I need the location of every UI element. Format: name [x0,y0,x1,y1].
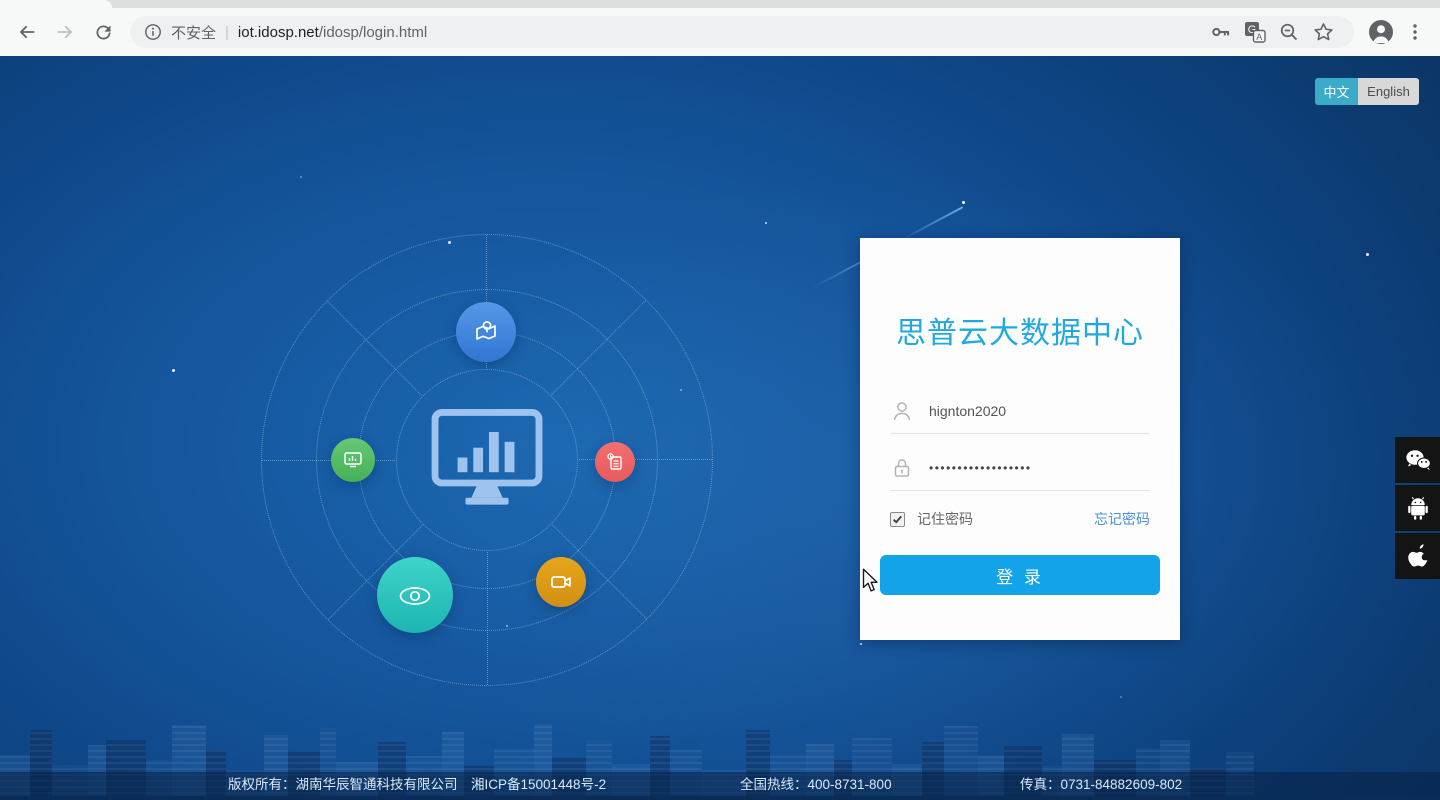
bookmark-star-icon[interactable] [1306,16,1340,48]
star-dot [172,369,175,372]
forward-button[interactable] [46,13,84,51]
svg-text:A: A [1256,32,1262,42]
back-button[interactable] [8,13,46,51]
login-card: 思普云大数据中心 hignton2020 •••••••••••••••••• [860,238,1180,640]
radar-spoke [487,552,488,685]
forgot-password-link[interactable]: 忘记密码 [1094,509,1150,529]
browser-toolbar: 不安全 | iot.idosp.net/idosp/login.html G A [0,8,1440,56]
star-dot [860,643,862,645]
login-page: 中文 English 思普云大数据中心 hignton2020 ••••••••… [0,56,1440,800]
node-map-location [456,302,516,362]
saved-password-key-icon[interactable] [1204,16,1238,48]
login-options-row: 记住密码 忘记密码 [890,509,1150,529]
avatar-icon [1369,20,1393,44]
translate-icon[interactable]: G A [1238,16,1272,48]
star-dot [765,222,767,224]
url-host: iot.idosp.net [237,23,319,41]
node-device-monitor [331,438,375,482]
zoom-out-icon[interactable] [1272,16,1306,48]
eye-icon [399,587,431,605]
language-toggle: 中文 English [1315,78,1419,105]
video-camera-icon [551,576,571,588]
login-button[interactable]: 登 录 [880,555,1160,595]
monitor-bar-chart-icon [428,407,546,514]
lang-english-button[interactable]: English [1358,78,1419,105]
star-dot [1366,253,1369,256]
wechat-button[interactable] [1395,437,1440,483]
app-download-sidebar [1395,437,1440,579]
screen: 不安全 | iot.idosp.net/idosp/login.html G A [0,0,1440,800]
username-value[interactable]: hignton2020 [929,399,1150,423]
url-path: /idosp/login.html [318,23,428,41]
star-dot [962,201,965,204]
node-video-camera [536,557,586,607]
star-dot [300,176,302,178]
android-app-button[interactable] [1395,485,1440,531]
url-separator: | [225,23,229,41]
password-value[interactable]: •••••••••••••••••• [929,456,1150,480]
password-field[interactable]: •••••••••••••••••• [890,456,1150,491]
radar-spoke [262,460,395,461]
page-info-icon[interactable] [144,23,162,41]
footer-bar [0,772,1440,800]
checkmark-icon [892,515,902,524]
browser-menu-button[interactable] [1398,15,1432,49]
wechat-icon [1405,450,1431,470]
forward-icon [57,25,73,39]
apple-icon [1407,544,1427,567]
person-icon [893,402,911,421]
footer-copyright: 版权所有：湖南华辰智通科技有限公司 湘ICP备15001448号-2 [228,777,607,792]
footer-hotline: 全国热线：400-8731-800 [740,777,892,792]
lang-chinese-button[interactable]: 中文 [1315,78,1358,105]
address-bar[interactable]: 不安全 | iot.idosp.net/idosp/login.html G A [130,16,1354,48]
ios-app-button[interactable] [1395,533,1440,579]
reload-icon [96,25,111,40]
login-title: 思普云大数据中心 [896,317,1144,350]
android-icon [1407,497,1428,520]
active-tab[interactable] [0,0,112,8]
node-eye-monitoring [377,557,453,633]
map-location-icon [476,321,496,340]
lock-icon [894,459,910,477]
username-field[interactable]: hignton2020 [890,399,1150,434]
footer-fax: 传真：0731-84882609-802 [1020,777,1183,792]
security-label: 不安全 [171,24,217,42]
tab-strip [0,0,1440,8]
profile-avatar[interactable] [1364,15,1398,49]
three-dots-icon [1413,24,1417,40]
star-dot [1120,696,1122,698]
remember-checkbox[interactable] [890,511,905,527]
light-streak [900,206,964,241]
reload-button[interactable] [84,13,122,51]
remember-password-label[interactable]: 记住密码 [917,509,973,529]
report-document-icon [607,453,622,470]
back-icon [19,25,35,39]
node-report-document [595,442,635,482]
device-monitor-icon [344,452,362,468]
